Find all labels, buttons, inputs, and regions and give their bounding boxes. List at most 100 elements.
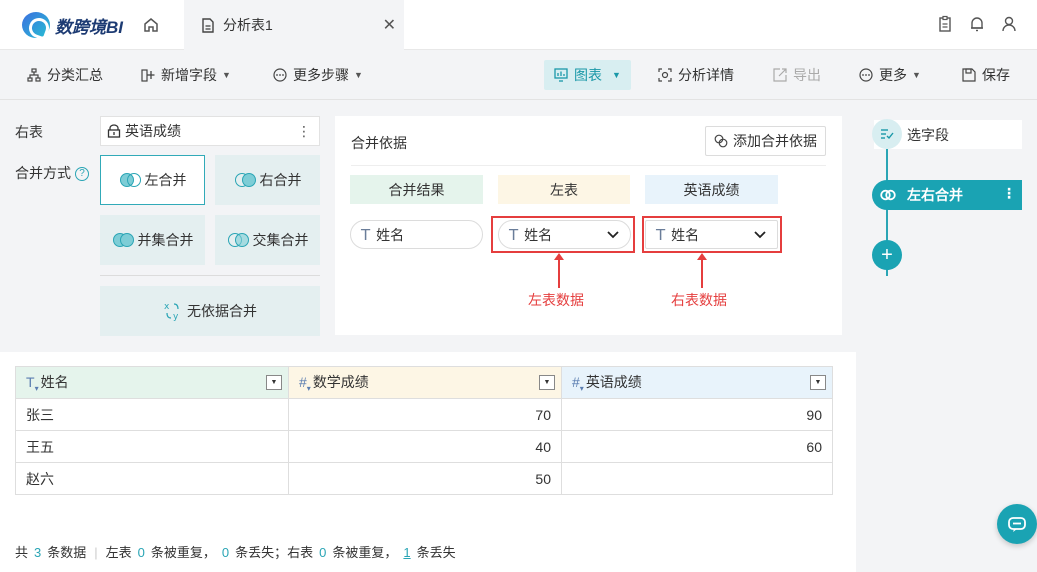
merge-method-text: 合并方式: [15, 165, 71, 181]
save-icon: [962, 68, 976, 82]
close-icon[interactable]: ✕: [383, 15, 396, 35]
group-summary-button[interactable]: 分类汇总: [27, 64, 103, 86]
intersect-merge-label: 交集合并: [252, 232, 309, 248]
left-merge-option[interactable]: 左合并: [100, 155, 205, 205]
more-steps-button[interactable]: 更多步骤 ▼: [273, 64, 363, 86]
add-step-button[interactable]: +: [872, 240, 902, 270]
cell-name: 王五: [15, 430, 289, 463]
no-basis-merge-option[interactable]: x y 无依据合并: [100, 286, 320, 336]
svg-text:y: y: [173, 312, 179, 321]
chart-label: 图表: [574, 67, 602, 83]
clipboard-icon[interactable]: [936, 15, 954, 33]
merge-rings-icon: [880, 189, 896, 201]
help-icon[interactable]: ?: [75, 167, 89, 182]
tab-analysis-1[interactable]: 分析表1 ✕: [184, 0, 404, 50]
venn-left-icon: [119, 171, 141, 189]
more-circle-icon: [273, 68, 287, 82]
left-merge-label: 左合并: [144, 172, 187, 188]
arrow-line: [701, 259, 703, 288]
right-table-label: 右表: [15, 124, 43, 140]
table-row: 张三 70 90: [15, 398, 833, 431]
union-merge-option[interactable]: 并集合并: [100, 215, 205, 265]
no-basis-merge-label: 无依据合并: [187, 303, 257, 319]
app-logo[interactable]: 数跨境BI: [22, 12, 123, 38]
cell-math: 40: [288, 430, 562, 463]
merge-config-panel: 右表 英语成绩 ⋮ 合并方式? 左合并 右合并 并集合并 交集合并 x y 无依…: [0, 101, 334, 351]
right-merge-label: 右合并: [259, 172, 302, 188]
stats-text: 条丢失: [416, 545, 456, 560]
table-lock-icon: [107, 124, 121, 138]
merge-stats: 共 3 条数据 | 左表 0 条被重复， 0 条丢失；右表 0 条被重复， 1 条丢失: [15, 542, 456, 561]
stats-text: 左表: [105, 545, 132, 560]
save-button[interactable]: 保存: [962, 64, 1010, 86]
column-header-name[interactable]: T▾ 姓名 ▼: [15, 366, 289, 399]
stats-right-dup: 0: [319, 545, 327, 560]
chart-button[interactable]: 图表 ▼: [544, 60, 631, 90]
save-label: 保存: [982, 67, 1010, 83]
link-circles-icon: [714, 134, 728, 148]
document-icon: [202, 17, 214, 33]
home-icon[interactable]: [142, 16, 160, 34]
merge-basis-panel: 合并依据 添加合并依据 合并结果 左表 英语成绩 T 姓名 T 姓名 T 姓名 …: [335, 116, 842, 335]
merge-result-field[interactable]: T 姓名: [350, 220, 483, 249]
add-field-icon: [141, 69, 155, 82]
caret-down-icon: ▼: [612, 70, 621, 80]
divider: [100, 275, 320, 276]
cell-english: 90: [561, 398, 833, 431]
table-row: 赵六 50: [15, 462, 833, 495]
add-field-button[interactable]: 新增字段 ▼: [141, 64, 231, 86]
dropdown-icon[interactable]: ▼: [266, 375, 282, 390]
shuffle-xy-icon: x y: [164, 302, 179, 321]
customer-service-button[interactable]: [997, 504, 1037, 544]
add-field-label: 新增字段: [161, 67, 217, 83]
stats-total: 3: [34, 545, 42, 560]
tab-label: 分析表1: [223, 17, 273, 33]
stats-text: 条被重复，: [332, 545, 398, 560]
column-header-english[interactable]: #▾ 英语成绩 ▼: [561, 366, 833, 399]
merge-result-field-value: 姓名: [376, 226, 405, 243]
text-type-icon: T: [361, 225, 371, 244]
merge-result-header: 合并结果: [350, 175, 483, 204]
chart-board-icon: [554, 68, 568, 82]
top-bar: 数跨境BI 分析表1 ✕: [0, 0, 1037, 50]
stats-right-lost-link[interactable]: 1: [403, 545, 410, 560]
cell-english: 60: [561, 430, 833, 463]
text-type-icon: T▾: [26, 374, 39, 393]
export-button[interactable]: 导出: [773, 64, 821, 86]
right-merge-option[interactable]: 右合并: [215, 155, 320, 205]
chat-headset-icon: [1008, 517, 1026, 532]
number-type-icon: #▾: [299, 374, 311, 393]
right-data-annotation: 右表数据: [671, 292, 727, 308]
caret-down-icon: ▼: [912, 70, 921, 80]
kebab-menu-icon[interactable]: ⋮: [1002, 185, 1016, 202]
left-data-annotation: 左表数据: [528, 292, 584, 308]
divider: [351, 165, 826, 166]
merge-method-label: 合并方式?: [15, 163, 89, 183]
select-fields-icon: [872, 119, 902, 149]
logo-mark-icon: [22, 12, 50, 38]
step-select-fields-label: 选字段: [907, 126, 949, 143]
scan-icon: [658, 68, 672, 82]
dropdown-icon[interactable]: ▼: [539, 375, 555, 390]
hierarchy-icon: [27, 68, 41, 82]
merge-basis-title: 合并依据: [351, 135, 407, 151]
app-name: 数跨境BI: [55, 17, 123, 37]
analysis-detail-button[interactable]: 分析详情: [658, 64, 734, 86]
column-header-label: 数学成绩: [312, 374, 369, 391]
right-table-header: 英语成绩: [645, 175, 778, 204]
stats-left-dup: 0: [137, 545, 145, 560]
user-icon[interactable]: [1000, 15, 1018, 33]
cell-math: 50: [288, 462, 562, 495]
add-merge-basis-button[interactable]: 添加合并依据: [705, 126, 826, 156]
venn-union-icon: [112, 231, 134, 249]
venn-intersect-icon: [227, 231, 249, 249]
bell-icon[interactable]: [968, 15, 986, 33]
more-button[interactable]: 更多 ▼: [859, 64, 921, 86]
right-table-selector[interactable]: 英语成绩 ⋮: [100, 116, 320, 146]
dropdown-icon[interactable]: ▼: [810, 375, 826, 390]
column-header-math[interactable]: #▾ 数学成绩 ▼: [288, 366, 562, 399]
step-lr-merge[interactable]: 左右合并 ⋮: [872, 180, 1022, 210]
intersect-merge-option[interactable]: 交集合并: [215, 215, 320, 265]
column-header-label: 英语成绩: [585, 374, 642, 391]
kebab-menu-icon[interactable]: ⋮: [297, 122, 311, 140]
